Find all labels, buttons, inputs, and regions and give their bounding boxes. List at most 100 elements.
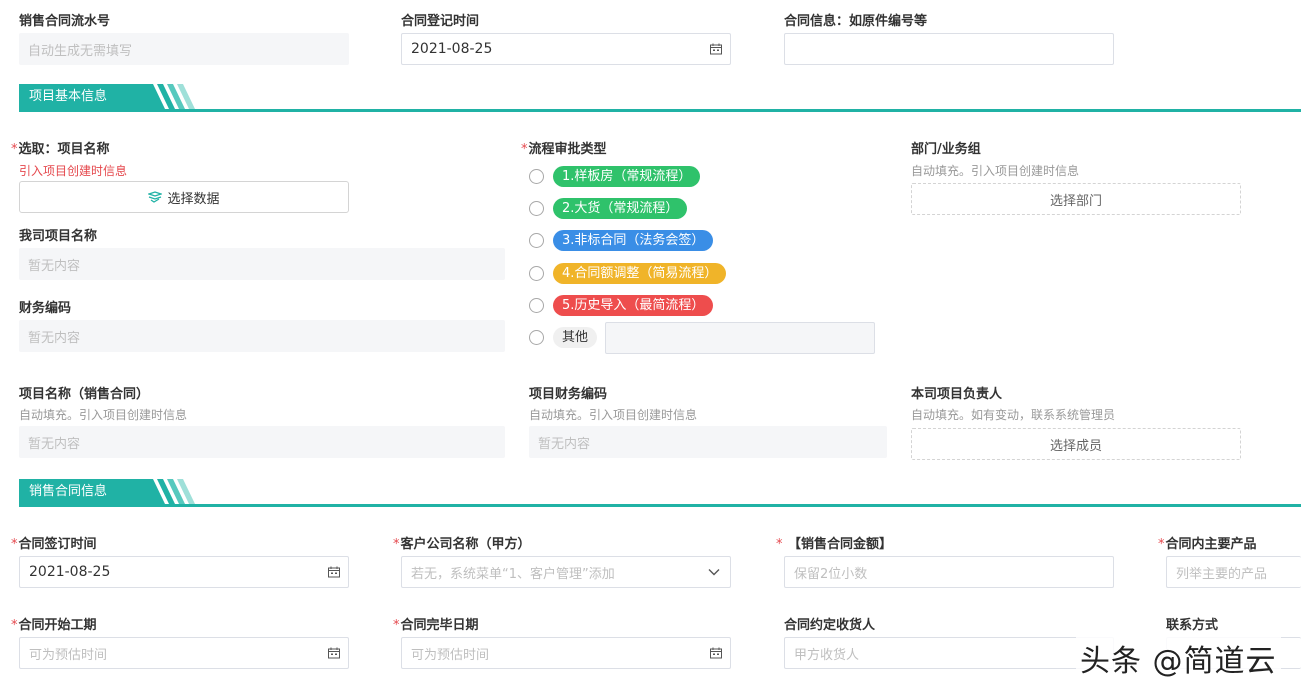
flow-type-option-label[interactable]: 1.样板房（常规流程）: [553, 166, 701, 187]
amount-input[interactable]: 保留2位小数: [784, 556, 1114, 588]
section-sales-header: 销售合同信息: [19, 479, 1301, 507]
contact-label: 联系方式: [1166, 618, 1219, 633]
required-mark: *: [11, 618, 18, 633]
start-date-placeholder: 可为预估时间: [29, 647, 108, 663]
end-date-label: *合同完毕日期: [393, 614, 479, 633]
project-finance-code-hint: 自动填充。引入项目创建时信息: [529, 408, 698, 422]
customer-label-text: 客户公司名称（甲方）: [400, 537, 531, 552]
flow-type-radio[interactable]: [529, 266, 544, 281]
serial-label: 销售合同流水号: [19, 14, 111, 29]
customer-select[interactable]: 若无，系统菜单“1、客户管理”添加: [401, 556, 731, 588]
select-data-label: 选择数据: [167, 191, 220, 207]
project-select-hint: 引入项目创建时信息: [19, 164, 128, 178]
project-finance-code-placeholder: 暂无内容: [538, 436, 591, 452]
products-input[interactable]: 列举主要的产品: [1166, 556, 1301, 588]
reg-time-label: 合同登记时间: [401, 14, 480, 29]
products-label: *合同内主要产品: [1158, 533, 1257, 552]
start-date-label: *合同开始工期: [11, 614, 97, 633]
flow-type-option-label[interactable]: 5.历史导入（最简流程）: [553, 295, 714, 316]
project-select-label-text: 选取：项目名称: [18, 142, 110, 157]
products-placeholder: 列举主要的产品: [1176, 566, 1268, 582]
calendar-icon: [328, 566, 340, 578]
sign-date-label: *合同签订时间: [11, 533, 97, 552]
finance-code-field: 暂无内容: [19, 320, 505, 352]
calendar-icon: [710, 43, 722, 55]
sign-date-field[interactable]: 2021-08-25: [19, 556, 349, 588]
flow-type-label: *流程审批类型: [521, 138, 607, 157]
end-date-placeholder: 可为预估时间: [411, 647, 490, 663]
flow-other-input[interactable]: [605, 322, 875, 354]
required-mark: *: [393, 537, 400, 552]
section-stripes: [147, 84, 195, 109]
required-mark: *: [11, 537, 18, 552]
dept-hint: 自动填充。引入项目创建时信息: [911, 164, 1080, 178]
customer-label: *客户公司名称（甲方）: [393, 533, 531, 552]
select-member-button[interactable]: 选择成员: [911, 428, 1241, 460]
project-finance-code-label: 项目财务编码: [529, 387, 608, 402]
section-sales-title: 销售合同信息: [19, 479, 147, 504]
start-date-label-text: 合同开始工期: [18, 618, 97, 633]
flow-type-option-label[interactable]: 4.合同额调整（简易流程）: [553, 263, 727, 284]
receiver-input[interactable]: 甲方收货人: [784, 637, 1114, 669]
end-date-field[interactable]: 可为预估时间: [401, 637, 731, 669]
contract-info-label: 合同信息：如原件编号等: [784, 14, 928, 29]
products-label-text: 合同内主要产品: [1165, 537, 1257, 552]
section-stripes: [147, 479, 195, 504]
owner-label: 本司项目负责人: [911, 387, 1003, 402]
flow-type-option-label[interactable]: 3.非标合同（法务会签）: [553, 230, 714, 251]
contract-info-input[interactable]: [784, 33, 1114, 65]
amount-placeholder: 保留2位小数: [794, 566, 868, 582]
section-sales-line: [19, 504, 1301, 507]
calendar-icon: [710, 647, 722, 659]
required-mark: *: [521, 142, 528, 157]
select-data-button[interactable]: 选择数据: [19, 181, 349, 213]
finance-code-label: 财务编码: [19, 301, 72, 316]
our-project-name-placeholder: 暂无内容: [28, 258, 81, 274]
sign-date-label-text: 合同签订时间: [18, 537, 97, 552]
calendar-icon: [328, 647, 340, 659]
flow-type-label-text: 流程审批类型: [528, 142, 607, 157]
project-select-label: *选取：项目名称: [11, 138, 110, 157]
sign-date-value: 2021-08-25: [29, 564, 111, 580]
project-name-sales-hint: 自动填充。引入项目创建时信息: [19, 408, 188, 422]
project-name-sales-placeholder: 暂无内容: [28, 436, 81, 452]
project-name-sales-label: 项目名称（销售合同）: [19, 387, 150, 402]
reg-time-field[interactable]: 2021-08-25: [401, 33, 731, 65]
flow-type-radio[interactable]: [529, 298, 544, 313]
owner-hint: 自动填充。如有变动，联系系统管理员: [911, 408, 1116, 422]
project-finance-code-field: 暂无内容: [529, 426, 887, 458]
flow-type-option-label[interactable]: 其他: [553, 327, 598, 348]
project-name-sales-field: 暂无内容: [19, 426, 505, 458]
serial-field: 自动生成无需填写: [19, 33, 349, 65]
watermark: 头条 @简道云: [1076, 636, 1281, 680]
our-project-name-field: 暂无内容: [19, 248, 505, 280]
select-dept-label: 选择部门: [1049, 193, 1102, 209]
flow-type-radio[interactable]: [529, 330, 544, 345]
select-member-label: 选择成员: [1049, 438, 1102, 454]
serial-placeholder: 自动生成无需填写: [28, 43, 133, 59]
required-mark: *: [1158, 537, 1165, 552]
select-dept-button[interactable]: 选择部门: [911, 183, 1241, 215]
required-mark: *: [11, 142, 18, 157]
chevron-down-icon: [708, 569, 720, 576]
amount-label-text: 【销售合同金额】: [788, 537, 893, 552]
amount-label: * 【销售合同金额】: [776, 533, 892, 552]
section-basic-title: 项目基本信息: [19, 84, 147, 109]
required-mark: *: [393, 618, 400, 633]
customer-placeholder: 若无，系统菜单“1、客户管理”添加: [411, 566, 615, 582]
flow-type-radio[interactable]: [529, 201, 544, 216]
end-date-label-text: 合同完毕日期: [400, 618, 479, 633]
flow-type-option-label[interactable]: 2.大货（常规流程）: [553, 198, 688, 219]
flow-type-radio[interactable]: [529, 233, 544, 248]
receiver-placeholder: 甲方收货人: [794, 647, 860, 663]
start-date-field[interactable]: 可为预估时间: [19, 637, 349, 669]
flow-type-radio[interactable]: [529, 169, 544, 184]
section-basic-header: 项目基本信息: [19, 84, 1301, 112]
our-project-name-label: 我司项目名称: [19, 229, 98, 244]
dept-label: 部门/业务组: [911, 142, 981, 157]
section-basic-line: [19, 109, 1301, 112]
select-data-icon: [148, 191, 163, 203]
receiver-label: 合同约定收货人: [784, 618, 876, 633]
finance-code-placeholder: 暂无内容: [28, 330, 81, 346]
required-mark: *: [776, 537, 783, 552]
